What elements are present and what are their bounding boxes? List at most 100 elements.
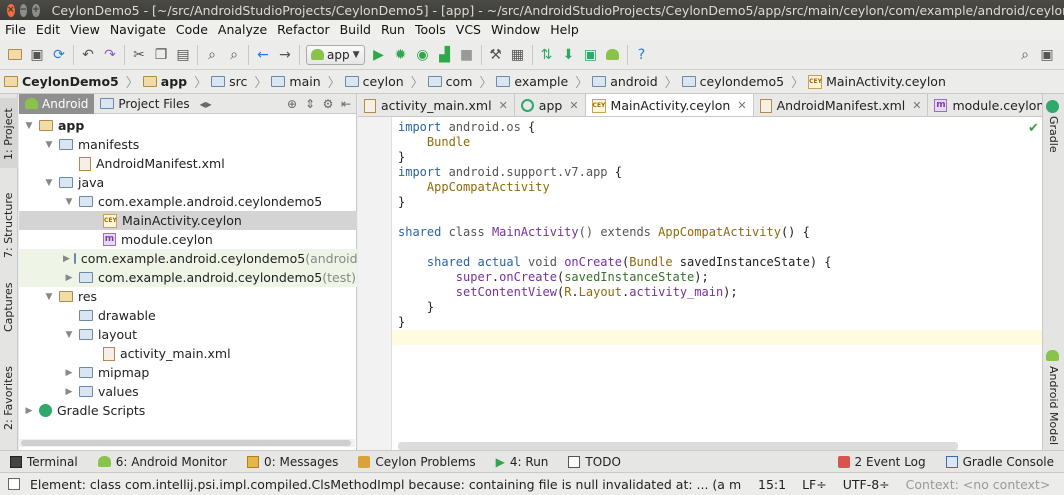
menu-view[interactable]: View [65,20,105,40]
tool-tab-captures[interactable]: Captures [0,283,18,346]
tool-tab-android-monitor[interactable]: 6: Android Monitor [97,455,227,469]
tree-node-activity-main[interactable]: activity_main.xml [19,344,357,363]
expand-arrow-icon[interactable]: ▶ [63,368,75,378]
breadcrumb-item[interactable]: app 〉 [142,72,211,91]
cut-icon[interactable]: ✂ [128,44,150,66]
tree-node-drawable[interactable]: drawable [19,306,357,325]
breadcrumb-item[interactable]: CEY MainActivity.ceylon [808,74,950,89]
file-encoding[interactable]: UTF-8÷ [843,477,890,492]
menu-run[interactable]: Run [376,20,410,40]
expand-arrow-icon[interactable]: ▼ [63,197,75,207]
tab-android-view[interactable]: Android [19,93,95,114]
menu-vcs[interactable]: VCS [451,20,486,40]
line-separator[interactable]: LF÷ [802,477,827,492]
tool-tab-run[interactable]: ▶ 4: Run [496,455,549,469]
expand-arrow-icon[interactable]: ▶ [63,273,75,283]
expand-arrow-icon[interactable]: ▶ [23,406,35,416]
back-icon[interactable]: ← [252,44,274,66]
tree-node-java[interactable]: ▼ java [19,173,357,192]
menu-help[interactable]: Help [545,20,584,40]
editor-horizontal-scrollbar[interactable] [398,442,958,450]
tool-tab-structure[interactable]: 7: Structure [0,186,18,266]
tab-project-files[interactable]: Project Files [94,94,195,114]
expand-arrow-icon[interactable]: ▼ [43,292,55,302]
sync-icon[interactable]: ⟳ [48,44,70,66]
redo-icon[interactable]: ↷ [99,44,121,66]
sdk-manager-icon[interactable]: ⬇ [558,44,580,66]
replace-icon[interactable]: ⌕ [223,44,245,66]
scrollbar-thumb[interactable] [21,440,351,446]
tool-tab-gradle[interactable]: Gradle [1046,100,1060,153]
project-structure-icon[interactable]: ⚒ [485,44,507,66]
expand-arrow-icon[interactable]: ▶ [63,254,70,264]
sync-gradle-icon[interactable]: ⇅ [536,44,558,66]
menu-analyze[interactable]: Analyze [213,20,272,40]
caret-position[interactable]: 15:1 [758,477,786,492]
search-icon[interactable]: ⌕ [1014,44,1036,66]
menu-build[interactable]: Build [335,20,376,40]
menu-refactor[interactable]: Refactor [272,20,334,40]
close-icon[interactable]: ✕ [912,99,921,112]
find-icon[interactable]: ⌕ [201,44,223,66]
close-icon[interactable]: ✕ [499,99,508,112]
help-icon[interactable]: ? [631,44,653,66]
tool-tab-terminal[interactable]: Terminal [10,455,78,469]
minimize-window-button[interactable]: − [19,3,28,17]
tree-node-package-test[interactable]: ▶ com.example.android.ceylondemo5 (test) [19,268,357,287]
avd-manager-icon[interactable]: ▣ [580,44,602,66]
copy-icon[interactable]: ❐ [150,44,172,66]
breadcrumb-item[interactable]: src 〉 [211,72,271,91]
tool-tab-favorites[interactable]: 2: Favorites [0,366,18,438]
tree-node-gradle-scripts[interactable]: ▶ Gradle Scripts [19,401,357,420]
menu-edit[interactable]: Edit [31,20,65,40]
menu-navigate[interactable]: Navigate [105,20,171,40]
editor-gutter[interactable] [358,117,392,450]
code-editor[interactable]: import android.os { Bundle } import andr… [358,117,1042,450]
close-icon[interactable]: ✕ [737,99,746,112]
forward-icon[interactable]: → [274,44,296,66]
tab-mainactivity-ceylon[interactable]: CEY MainActivity.ceylon ✕ [585,94,754,116]
maximize-window-button[interactable]: + [32,3,40,17]
tab-activity-main-xml[interactable]: activity_main.xml ✕ [358,94,515,116]
tree-node-values[interactable]: ▶ values [19,382,357,401]
tool-tab-messages[interactable]: 0: Messages [247,455,338,469]
tree-node-package[interactable]: ▼ com.example.android.ceylondemo5 [19,192,357,211]
android-monitor-icon[interactable] [602,44,624,66]
tool-tab-gradle-console[interactable]: Gradle Console [945,455,1054,469]
tree-node-res[interactable]: ▼ res [19,287,357,306]
close-window-button[interactable]: × [7,3,15,17]
stop-icon[interactable]: ■ [456,44,478,66]
status-message[interactable]: Element: class com.intellij.psi.impl.com… [30,477,742,492]
expand-arrow-icon[interactable]: ▼ [43,140,55,150]
menu-window[interactable]: Window [486,20,545,40]
tree-node-mipmap[interactable]: ▶ mipmap [19,363,357,382]
scroll-arrows-icon[interactable]: ◂▸ [198,96,214,112]
target-icon[interactable]: ⊕ [284,96,300,112]
tree-node-androidmanifest[interactable]: AndroidManifest.xml [19,154,357,173]
ide-layout-icon[interactable]: ▣ [1036,44,1058,66]
paste-icon[interactable]: ▤ [172,44,194,66]
save-all-icon[interactable]: ▣ [26,44,48,66]
tool-tab-ceylon-problems[interactable]: Ceylon Problems [358,455,476,469]
expand-arrow-icon[interactable]: ▼ [43,178,55,188]
tree-node-package-androidtest[interactable]: ▶ com.example.android.ceylondemo5 (androi… [19,249,357,268]
tool-windows-icon[interactable] [8,478,20,490]
tool-tab-android-model[interactable]: Android Model [1046,350,1060,445]
hide-panel-icon[interactable]: ⇤ [338,96,354,112]
gear-icon[interactable]: ⚙ [320,96,336,112]
expand-arrow-icon[interactable]: ▼ [23,121,35,131]
tab-androidmanifest-xml[interactable]: AndroidManifest.xml ✕ [754,94,929,116]
breadcrumb-item[interactable]: ceylondemo5 〉 [681,72,808,91]
context-indicator[interactable]: Context: <no context> [906,477,1051,492]
close-icon[interactable]: ✕ [569,99,578,112]
tree-node-manifests[interactable]: ▼ manifests [19,135,357,154]
undo-icon[interactable]: ↶ [77,44,99,66]
settings-icon[interactable]: ▦ [507,44,529,66]
breadcrumb-item[interactable]: main 〉 [271,72,344,91]
breadcrumb-item[interactable]: example 〉 [496,72,592,91]
tree-node-app[interactable]: ▼ app [19,116,357,135]
tree-node-module[interactable]: m module.ceylon [19,230,357,249]
open-folder-icon[interactable] [4,44,26,66]
tab-module-ceylon[interactable]: mmodule.ceylon✕ [928,94,1042,116]
attach-debugger-icon[interactable]: ▟ [434,44,456,66]
